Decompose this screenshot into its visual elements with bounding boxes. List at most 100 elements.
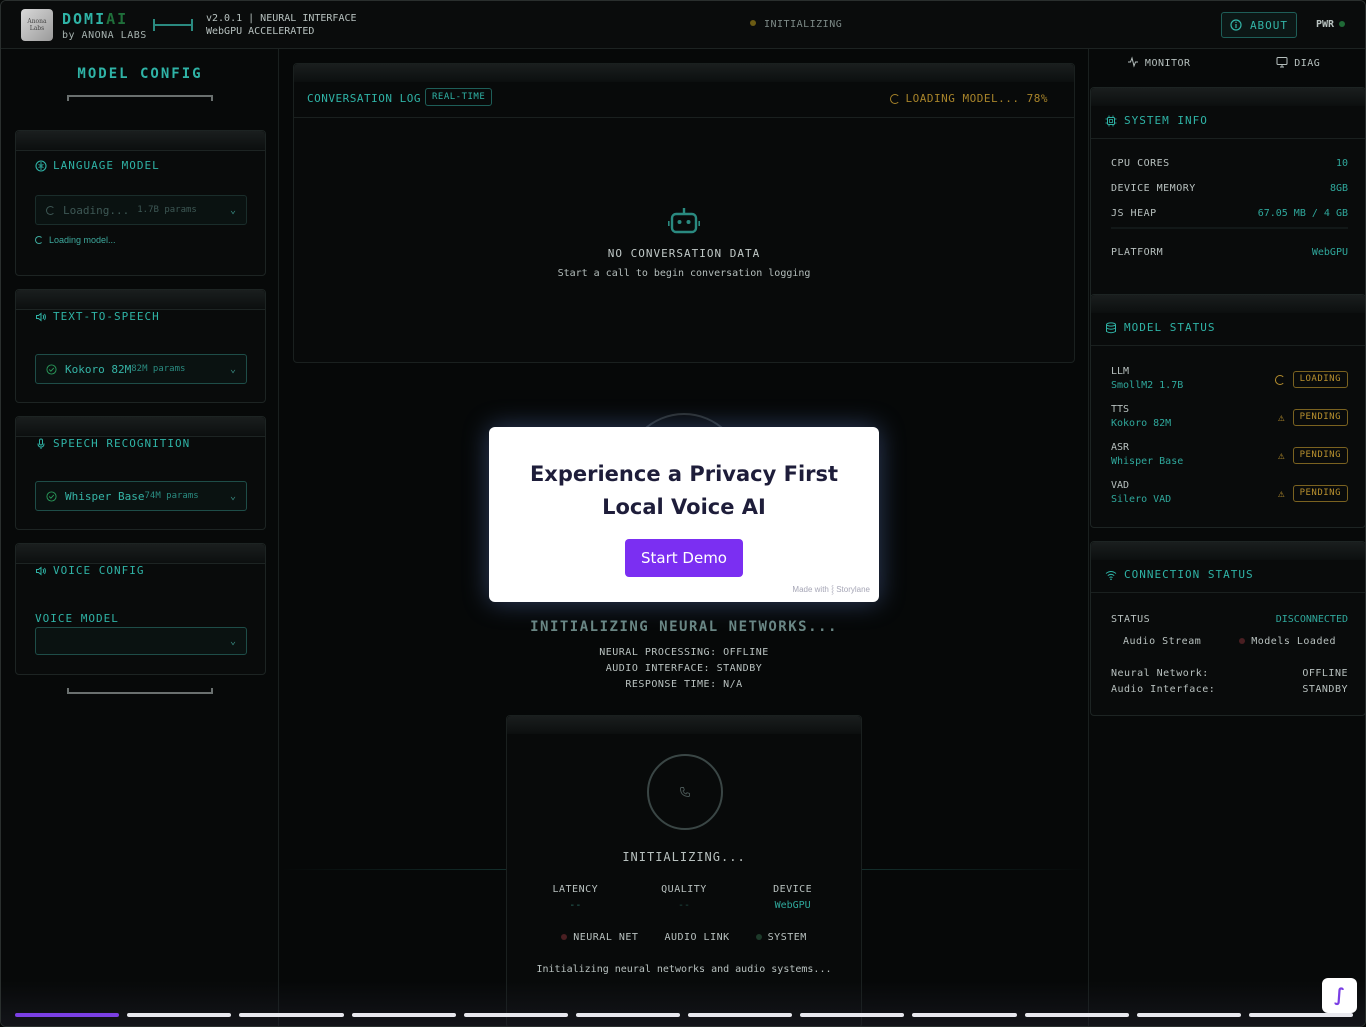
robot-icon (668, 208, 700, 234)
brand-main: DOMI (62, 10, 107, 28)
about-label: ABOUT (1249, 18, 1289, 32)
status-text: INITIALIZING (764, 19, 843, 30)
audio-interface-row: Audio Interface: STANDBY (1111, 684, 1348, 695)
system-status: INITIALIZING (750, 19, 842, 30)
about-button[interactable]: ABOUT (1221, 12, 1297, 38)
phone-icon (680, 787, 690, 797)
loading-spinner-icon (46, 205, 55, 215)
platform-row: PLATFORM WebGPU (1111, 247, 1348, 258)
link-icon (153, 18, 193, 32)
asr-select[interactable]: Whisper Base 74M params ⌄ (35, 481, 247, 511)
power-indicator: PWR (1316, 19, 1346, 30)
loading-spinner-icon (889, 93, 900, 104)
monitor-icon (1276, 57, 1288, 68)
storylane-icon: ∫ (1334, 985, 1345, 1006)
tour-step-segment[interactable] (15, 1013, 120, 1017)
tour-step-segment[interactable] (463, 1013, 568, 1017)
call-button[interactable] (647, 754, 723, 830)
tour-step-segment[interactable] (351, 1013, 456, 1017)
status-dot-icon (561, 934, 568, 940)
vad-status-row: VAD Silero VAD ⚠ PENDING (1111, 480, 1348, 505)
voice-model-select[interactable]: ⌄ (35, 627, 247, 655)
chevron-down-icon: ⌄ (229, 635, 236, 647)
loading-note: Loading model... (35, 235, 116, 245)
speaker-icon (36, 565, 46, 576)
microphone-icon (37, 438, 45, 449)
asr-title: SPEECH RECOGNITION (35, 437, 190, 450)
chevron-down-icon: ⌄ (229, 363, 236, 375)
tts-title: TEXT-TO-SPEECH (35, 310, 160, 323)
company-logo: Anona Labs (21, 9, 53, 41)
monitor-tabs: MONITOR DIAG (1089, 49, 1366, 79)
bottom-fade (1, 981, 1365, 1026)
loading-spinner-icon (35, 236, 43, 244)
top-header: Anona Labs DOMIAI by ANONA LABS v2.0.1 |… (1, 1, 1365, 49)
model-config-title: MODEL CONFIG (77, 66, 203, 82)
warning-icon: ⚠ (1277, 487, 1285, 500)
app-frame: Anona Labs DOMIAI by ANONA LABS v2.0.1 |… (0, 0, 1366, 1027)
call-status: INITIALIZING... (622, 850, 746, 864)
storylane-widget-button[interactable]: ∫ (1322, 978, 1357, 1013)
tour-progress (15, 1013, 1354, 1017)
call-indicators: NEURAL NET AUDIO LINK SYSTEM (507, 932, 861, 943)
logo-text: Anona Labs (27, 18, 47, 32)
system-info-panel: SYSTEM INFO CPU CORES 10 DEVICE MEMORY 8GB… (1090, 87, 1365, 309)
connection-indicators: Audio Stream Models Loaded (1111, 636, 1348, 647)
database-icon (1106, 321, 1116, 333)
tab-monitor[interactable]: MONITOR (1089, 49, 1229, 79)
voice-config-card: VOICE CONFIG VOICE MODEL ⌄ (15, 543, 266, 675)
model-status-title: MODEL STATUS (1105, 321, 1215, 334)
check-circle-icon (46, 490, 57, 502)
tour-step-segment[interactable] (127, 1013, 232, 1017)
status-dot-icon (1239, 638, 1246, 644)
version-info: v2.0.1 | NEURAL INTERFACE WebGPU ACCELER… (206, 12, 357, 38)
tour-step-segment[interactable] (1136, 1013, 1241, 1017)
tab-diag[interactable]: DIAG (1229, 49, 1366, 79)
language-model-select[interactable]: Loading... 1.7B params ⌄ (35, 195, 247, 225)
connection-status-row: STATUS DISCONNECTED (1111, 614, 1348, 625)
pwr-label: PWR (1316, 19, 1335, 30)
js-heap-row: JS HEAP 67.05 MB / 4 GB (1111, 208, 1348, 219)
made-with-storylane[interactable]: Made with ⸾ Storylane (792, 584, 870, 595)
bracket-divider (67, 688, 213, 694)
tour-step-segment[interactable] (1024, 1013, 1129, 1017)
chevron-down-icon: ⌄ (229, 490, 236, 502)
init-details: NEURAL PROCESSING: OFFLINE AUDIO INTERFA… (280, 645, 1088, 693)
call-metrics: LATENCY -- QUALITY -- DEVICE WebGPU (507, 884, 861, 911)
tour-step-segment[interactable] (1248, 1013, 1354, 1017)
tour-step-segment[interactable] (575, 1013, 681, 1017)
tour-step-segment[interactable] (688, 1013, 793, 1017)
asr-status-row: ASR Whisper Base ⚠ PENDING (1111, 442, 1348, 467)
neural-processing-line: NEURAL PROCESSING: OFFLINE (599, 647, 769, 658)
status-dot-icon (755, 934, 762, 940)
brand-subtitle: by ANONA LABS (62, 30, 147, 41)
status-badge: PENDING (1292, 485, 1348, 502)
warning-icon: ⚠ (1277, 411, 1285, 424)
latency-metric: LATENCY -- (552, 884, 599, 911)
tts-card: TEXT-TO-SPEECH Kokoro 82M 82M params ⌄ (15, 289, 266, 403)
system-info-title: SYSTEM INFO (1105, 114, 1208, 127)
status-dot-icon (750, 20, 756, 26)
audio-interface-line: AUDIO INTERFACE: STANDBY (605, 663, 763, 674)
cpu-icon (1105, 115, 1117, 126)
conversation-header: CONVERSATION LOG REAL-TIME LOADING MODEL… (294, 82, 1074, 118)
modal-heading: Experience a Privacy First Local Voice A… (529, 462, 839, 519)
models-loaded-indicator: Models Loaded (1239, 636, 1336, 647)
empty-state-title: NO CONVERSATION DATA (607, 247, 761, 260)
cpu-cores-row: CPU CORES 10 (1111, 158, 1348, 169)
brand-accent: AI (106, 10, 129, 28)
tour-step-segment[interactable] (800, 1013, 905, 1017)
start-demo-button[interactable]: Start Demo (625, 539, 743, 577)
chevron-down-icon: ⌄ (229, 204, 236, 216)
tour-step-segment[interactable] (912, 1013, 1017, 1017)
audio-link-indicator: AUDIO LINK (664, 932, 730, 943)
llm-status-row: LLM SmollM2 1.7B LOADING (1111, 366, 1348, 391)
bracket-divider (67, 95, 213, 101)
model-loading-status: LOADING MODEL... 78% (889, 92, 1048, 105)
empty-state-subtitle: Start a call to begin conversation loggi… (557, 268, 811, 279)
model-status-panel: MODEL STATUS LLM SmollM2 1.7B LOADING TT… (1090, 294, 1365, 528)
tts-select[interactable]: Kokoro 82M 82M params ⌄ (35, 354, 247, 384)
tour-step-segment[interactable] (239, 1013, 344, 1017)
connection-status-title: CONNECTION STATUS (1105, 568, 1254, 581)
quality-metric: QUALITY -- (661, 884, 707, 911)
